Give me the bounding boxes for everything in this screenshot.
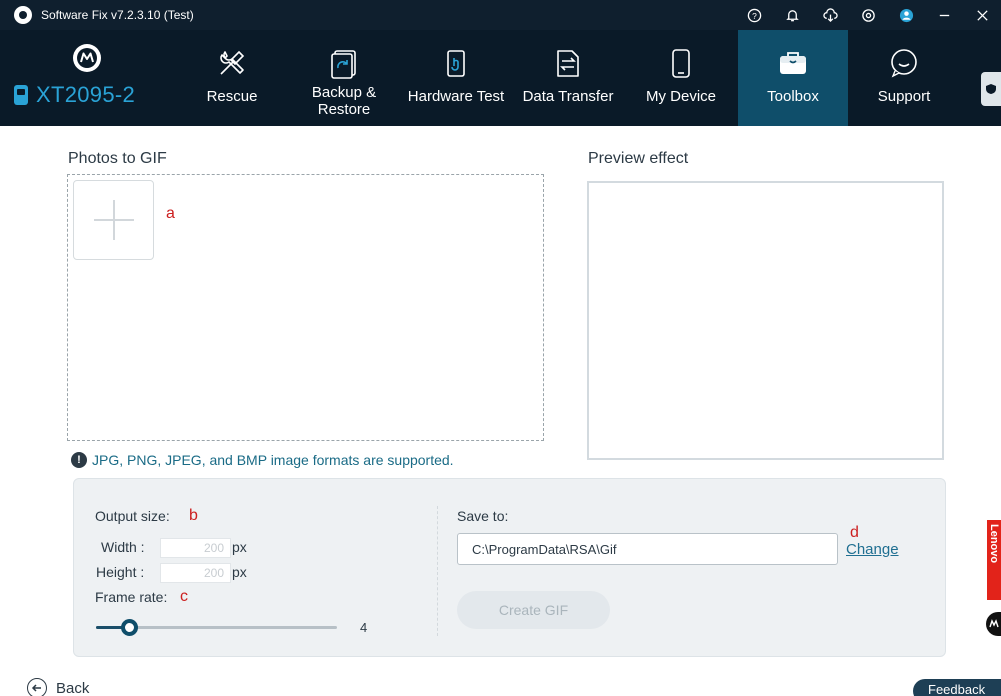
marker-c: c xyxy=(180,588,188,605)
back-arrow-icon xyxy=(27,678,47,696)
minimize-icon[interactable] xyxy=(925,0,963,30)
device-icon xyxy=(14,85,28,105)
feedback-button[interactable]: Feedback xyxy=(913,679,1001,696)
marker-d: d xyxy=(850,524,859,541)
download-icon[interactable] xyxy=(811,0,849,30)
nav-rescue-label: Rescue xyxy=(206,88,258,105)
nav-toolbox-label: Toolbox xyxy=(767,88,819,105)
account-icon[interactable] xyxy=(887,0,925,30)
hardware-test-icon xyxy=(439,30,473,80)
preview-effect-title: Preview effect xyxy=(588,150,689,167)
back-button[interactable]: Back xyxy=(27,678,89,696)
motorola-mini-icon[interactable] xyxy=(986,612,1001,636)
preview-area xyxy=(587,181,944,460)
marker-b: b xyxy=(189,507,198,524)
tools-icon xyxy=(215,30,249,80)
bell-icon[interactable] xyxy=(773,0,811,30)
nav-data-transfer[interactable]: Data Transfer xyxy=(518,30,618,126)
device-indicator: XT2095-2 xyxy=(14,82,135,108)
info-icon: ! xyxy=(71,452,87,468)
chat-icon xyxy=(887,30,921,80)
app-logo-icon xyxy=(14,6,32,24)
frame-rate-value: 4 xyxy=(360,620,368,635)
data-transfer-icon xyxy=(551,30,585,80)
window-title: Software Fix v7.2.3.10 (Test) xyxy=(41,8,194,22)
height-unit: px xyxy=(232,564,247,580)
format-note-text: JPG, PNG, JPEG, and BMP image formats ar… xyxy=(92,452,454,468)
save-to-label: Save to: xyxy=(457,508,509,524)
lenovo-badge[interactable]: Lenovo xyxy=(987,520,1001,600)
toolbox-icon xyxy=(776,30,810,80)
width-input[interactable] xyxy=(160,538,231,558)
nav-my-device[interactable]: My Device xyxy=(640,30,722,126)
format-note: ! JPG, PNG, JPEG, and BMP image formats … xyxy=(71,452,454,468)
width-label: Width : xyxy=(101,539,145,555)
plus-icon xyxy=(93,200,134,240)
nav-hardware-test[interactable]: Hardware Test xyxy=(404,30,508,126)
shield-icon[interactable] xyxy=(981,72,1001,106)
marker-a: a xyxy=(166,205,175,222)
nav-backup-restore-label: Backup & Restore xyxy=(311,84,377,118)
add-photo-button[interactable] xyxy=(73,180,154,260)
panel-divider xyxy=(437,506,438,636)
device-model: XT2095-2 xyxy=(36,82,136,107)
nav-support[interactable]: Support xyxy=(866,30,942,126)
height-input[interactable] xyxy=(160,563,231,583)
width-unit: px xyxy=(232,539,247,555)
nav-my-device-label: My Device xyxy=(645,88,716,105)
output-size-label: Output size: xyxy=(95,508,170,524)
svg-text:?: ? xyxy=(752,10,757,20)
nav-data-transfer-label: Data Transfer xyxy=(522,88,614,105)
window-controls: ? xyxy=(735,0,1001,30)
photos-to-gif-title: Photos to GIF xyxy=(68,150,167,167)
back-label: Back xyxy=(56,679,90,696)
backup-icon xyxy=(327,30,361,80)
close-icon[interactable] xyxy=(963,0,1001,30)
change-path-link[interactable]: Change xyxy=(846,541,899,558)
motorola-logo-icon xyxy=(73,44,101,72)
nav-toolbox[interactable]: Toolbox xyxy=(738,30,848,126)
main-nav: XT2095-2 Rescue Backup & Restore Hardwar… xyxy=(0,30,1001,126)
nav-hardware-test-label: Hardware Test xyxy=(407,88,505,105)
phone-icon xyxy=(664,30,698,80)
save-path-input[interactable] xyxy=(457,533,838,565)
frame-rate-label: Frame rate: xyxy=(95,589,168,605)
nav-rescue[interactable]: Rescue xyxy=(198,30,266,126)
height-label: Height : xyxy=(96,564,145,580)
nav-backup-restore[interactable]: Backup & Restore xyxy=(300,30,388,126)
help-icon[interactable]: ? xyxy=(735,0,773,30)
create-gif-button[interactable]: Create GIF xyxy=(457,591,610,629)
title-bar: Software Fix v7.2.3.10 (Test) ? xyxy=(0,0,1001,30)
lenovo-label: Lenovo xyxy=(988,524,1000,564)
settings-icon[interactable] xyxy=(849,0,887,30)
nav-support-label: Support xyxy=(877,88,931,105)
